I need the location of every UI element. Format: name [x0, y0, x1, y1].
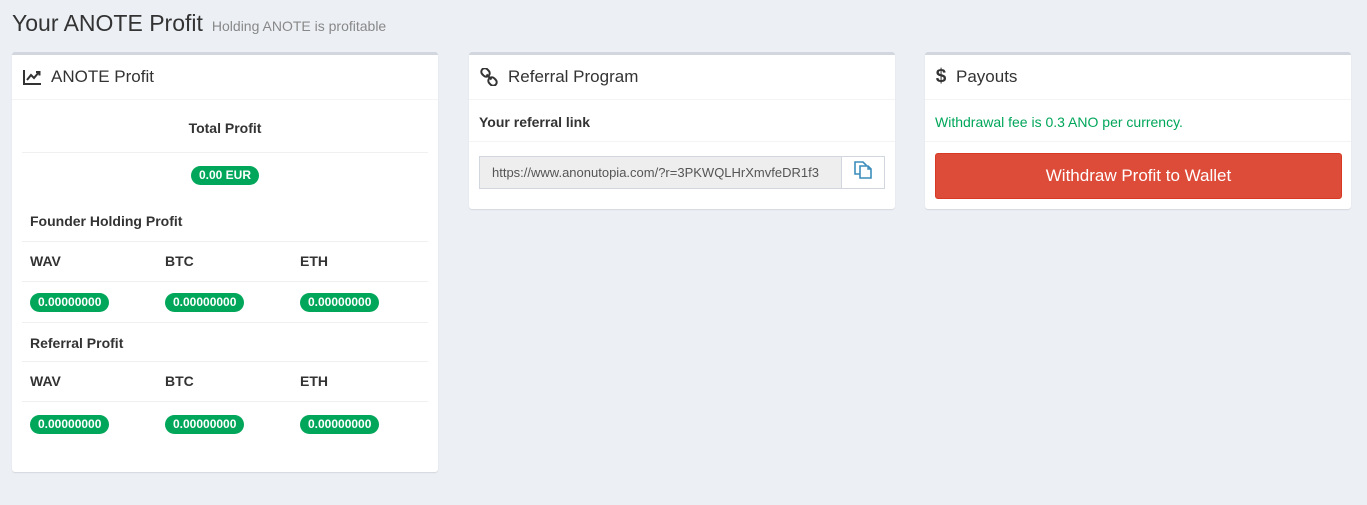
referral-wav-badge: 0.00000000 — [30, 415, 110, 434]
referral-eth-badge: 0.00000000 — [300, 415, 380, 434]
link-icon — [479, 68, 499, 86]
founder-profit-label: Founder Holding Profit — [30, 212, 183, 229]
founder-col-btc: BTC — [165, 252, 194, 269]
referral-col-btc: BTC — [165, 372, 194, 389]
referral-col-eth: ETH — [300, 372, 328, 389]
payouts-box-title: Payouts — [956, 67, 1018, 86]
referral-link-input[interactable]: https://www.anonutopia.com/?r=3PKWQLHrXm… — [479, 156, 841, 189]
referral-box-header: Referral Program — [469, 55, 895, 100]
referral-divider — [469, 141, 895, 142]
referral-btc-badge: 0.00000000 — [165, 415, 245, 434]
page-subtitle: Holding ANOTE is profitable — [211, 18, 387, 34]
referral-box: Referral Program Your referral link http… — [469, 52, 895, 209]
payouts-box-header: $ Payouts — [925, 55, 1351, 100]
referral-link-label: Your referral link — [479, 114, 591, 130]
page-title: Your ANOTE Profit — [12, 10, 203, 36]
referral-box-title: Referral Program — [508, 67, 639, 86]
profit-box: ANOTE Profit Total Profit 0.00 EUR Found… — [12, 52, 438, 472]
founder-col-eth: ETH — [300, 252, 328, 269]
founder-profit-table: Founder Holding Profit WAV BTC ETH 0.000… — [22, 200, 428, 323]
payouts-box: $ Payouts Withdrawal fee is 0.3 ANO per … — [925, 52, 1351, 209]
profit-box-header: ANOTE Profit — [12, 55, 438, 100]
referral-profit-table: Referral Profit WAV BTC ETH 0.00000000 0… — [22, 324, 428, 447]
founder-col-wav: WAV — [30, 252, 61, 269]
withdraw-profit-button[interactable]: Withdraw Profit to Wallet — [935, 153, 1342, 199]
dollar-icon: $ — [935, 66, 947, 87]
referral-col-wav: WAV — [30, 372, 61, 389]
founder-btc-badge: 0.00000000 — [165, 292, 245, 312]
copy-icon — [853, 161, 873, 184]
founder-wav-badge: 0.00000000 — [30, 292, 110, 312]
withdrawal-fee-text: Withdrawal fee is 0.3 ANO per currency. — [935, 114, 1183, 130]
page-header: Your ANOTE Profit Holding ANOTE is profi… — [12, 10, 386, 37]
referral-profit-label: Referral Profit — [30, 334, 124, 351]
line-chart-icon — [22, 68, 42, 86]
total-profit-table: Total Profit 0.00 EUR — [22, 103, 428, 197]
copy-link-button[interactable] — [841, 156, 885, 189]
profit-box-title: ANOTE Profit — [51, 67, 154, 86]
founder-eth-badge: 0.00000000 — [300, 292, 380, 312]
payouts-divider — [925, 141, 1351, 142]
total-profit-label: Total Profit — [188, 119, 262, 136]
total-profit-badge: 0.00 EUR — [190, 165, 260, 185]
